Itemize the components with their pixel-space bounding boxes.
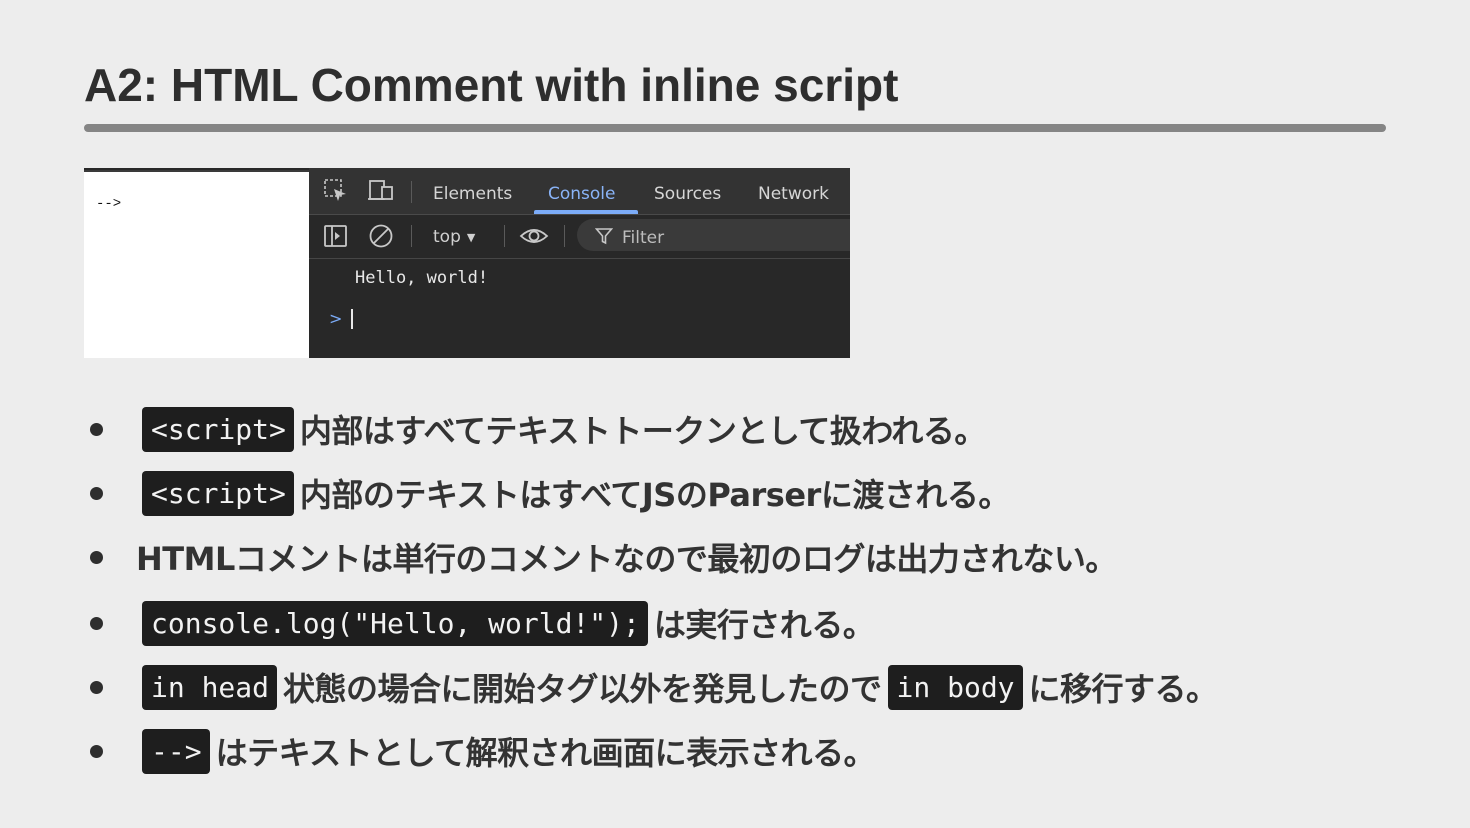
console-prompt-chevron-icon: >: [329, 309, 343, 328]
caret-down-icon: ▼: [466, 230, 476, 244]
list-item: <script> 内部はすべてテキストトークンとして扱われる。: [84, 404, 986, 454]
console-toolbar: top ▼ Filter: [309, 215, 850, 259]
bullet-text: に移行する。: [1028, 670, 1219, 708]
console-log-line: Hello, world!: [355, 268, 489, 288]
tab-network[interactable]: Network: [758, 184, 829, 204]
bullet-dot: [90, 422, 103, 436]
tab-separator: [411, 181, 412, 203]
list-item: --> はテキストとして解釈され画面に表示される。: [84, 726, 876, 776]
bullet-dot: [90, 680, 103, 694]
active-tab-indicator: [534, 210, 638, 214]
bullet-text: 状態の場合に開始タグ以外を発見したので: [283, 670, 882, 708]
clear-console-icon[interactable]: [368, 223, 394, 249]
bullet-dot: [90, 486, 103, 500]
tab-sources[interactable]: Sources: [654, 184, 721, 204]
inspect-element-icon[interactable]: [323, 178, 349, 204]
bullet-dot: [90, 550, 103, 564]
bullet-text: 内部はすべてテキストトークンとして扱われる。: [299, 412, 986, 450]
inline-code: in head: [142, 664, 278, 710]
list-item: HTMLコメントは単行のコメントなので最初のログは出力されない。: [84, 532, 1117, 582]
list-item: <script> 内部のテキストはすべてJSのParserに渡される。: [84, 468, 1010, 518]
devtools-tab-bar: Elements Console Sources Network: [309, 168, 850, 215]
inline-code: in body: [887, 664, 1023, 710]
filter-input[interactable]: Filter: [577, 219, 850, 251]
slide-title: A2: HTML Comment with inline script: [84, 59, 899, 111]
inline-code: console.log("Hello, world!");: [142, 600, 648, 646]
console-input-cursor[interactable]: [351, 309, 353, 329]
title-divider: [84, 124, 1386, 132]
toolbar-separator: [564, 225, 565, 247]
tab-console[interactable]: Console: [548, 184, 616, 204]
list-item: console.log("Hello, world!"); は実行される。: [84, 598, 875, 648]
context-selector[interactable]: top ▼: [433, 227, 475, 247]
rendered-page-pane: -->: [84, 170, 309, 358]
inline-code: -->: [142, 728, 210, 774]
sidebar-toggle-icon[interactable]: [323, 223, 349, 249]
toolbar-separator: [504, 225, 505, 247]
tab-elements[interactable]: Elements: [433, 184, 512, 204]
toolbar-separator: [411, 225, 412, 247]
bullet-dot: [90, 616, 103, 630]
page-pane-border: [84, 170, 309, 172]
bullet-text: は実行される。: [653, 606, 875, 644]
bullet-text: 内部のテキストはすべてJSのParserに渡される。: [299, 476, 1010, 514]
device-toolbar-icon[interactable]: [367, 178, 393, 204]
bullet-text: はテキストとして解釈され画面に表示される。: [215, 734, 876, 772]
devtools-screenshot: --> Elements Console Sources Network top…: [84, 168, 850, 358]
bullet-dot: [90, 744, 103, 758]
context-value: top: [433, 227, 461, 247]
filter-funnel-icon: [594, 227, 614, 245]
live-expression-eye-icon[interactable]: [519, 223, 549, 249]
rendered-page-text: -->: [96, 196, 122, 212]
inline-code: <script>: [142, 406, 294, 452]
bullet-text: HTMLコメントは単行のコメントなので最初のログは出力されない。: [136, 540, 1117, 578]
filter-placeholder: Filter: [622, 228, 665, 248]
inline-code: <script>: [142, 470, 294, 516]
devtools-panel: Elements Console Sources Network top ▼ F…: [309, 168, 850, 358]
list-item: in head 状態の場合に開始タグ以外を発見したので in body に移行す…: [84, 662, 1218, 712]
